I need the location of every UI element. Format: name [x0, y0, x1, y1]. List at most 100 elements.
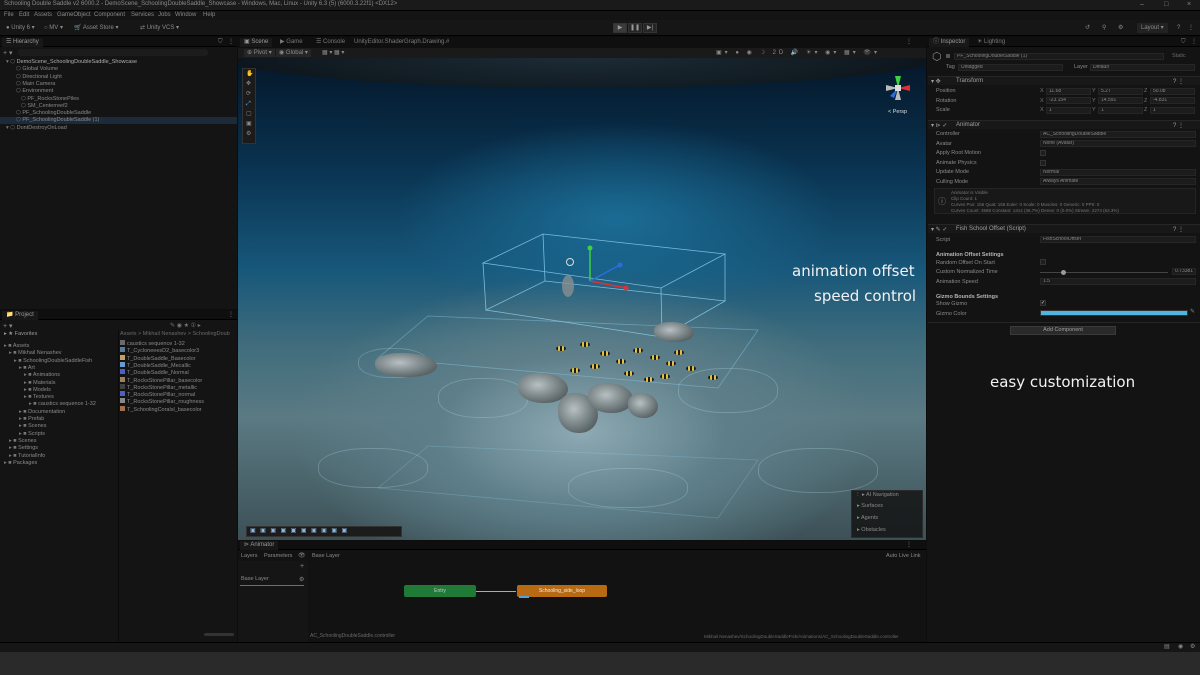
mv-button[interactable]: ○ MV ▾ [44, 23, 63, 33]
folder-item[interactable]: ▸ ■ TutorialInfo [0, 453, 45, 460]
help-icon[interactable]: ? [1177, 23, 1180, 33]
folder-item[interactable]: ▸ ■ Art [0, 365, 35, 372]
menu-gameobject[interactable]: GameObject [57, 12, 91, 18]
rect-tool-icon[interactable]: ▢ [246, 111, 252, 117]
transform-z-field[interactable]: -4.831 [1150, 97, 1195, 104]
project-add-icon[interactable]: + ▾ [3, 322, 13, 330]
tab-scene[interactable]: ▣ Scene [240, 38, 273, 47]
animator-row-checkbox[interactable] [1040, 159, 1046, 166]
hierarchy-item[interactable]: ⬡ Global Volume [0, 66, 237, 73]
asset-store-button[interactable]: 🛒 Asset Store ▾ [74, 23, 119, 33]
step-button[interactable]: ▶| [643, 23, 657, 33]
normalized-time-thumb[interactable] [1061, 270, 1067, 275]
menu-help[interactable]: Help [203, 12, 215, 18]
object-name-field[interactable]: PF_SchoolingDoubleSaddle (1) [954, 53, 1164, 60]
transform-z-field[interactable]: 1 [1150, 106, 1195, 114]
rotate-tool-icon[interactable]: ⟳ [246, 91, 251, 97]
folder-item[interactable]: ▸ ■ Scripts [0, 431, 45, 438]
entry-node[interactable]: Entry [404, 585, 476, 597]
transform-x-field[interactable]: 1 [1046, 106, 1091, 114]
scene-bottom-toolbar[interactable]: ▣▣▣▣▣▣▣▣▣▣ [246, 526, 402, 537]
hierarchy-item[interactable]: ⬡ SM_Centerreef2 [0, 103, 237, 110]
folder-item[interactable]: ▸ ■ Prefab [0, 416, 44, 423]
menu-file[interactable]: File [4, 12, 14, 18]
nav-obstacles[interactable]: ▸ Obstacles [857, 527, 886, 534]
orientation-gizmo[interactable] [878, 68, 918, 108]
account-button[interactable]: ● Unity 6 ▾ [6, 23, 35, 33]
pause-button[interactable]: ❚❚ [628, 23, 642, 33]
folder-item[interactable]: ▸ ■ Materials [0, 380, 55, 387]
status-icon-a[interactable]: ▤ [1164, 644, 1170, 650]
pivot-dropdown[interactable]: ⊕ Pivot ▾ [244, 49, 275, 57]
animator-row-checkbox[interactable] [1040, 150, 1046, 156]
animator-menu-icon[interactable]: ⋮ [906, 542, 912, 548]
persp-label[interactable]: < Persp [888, 109, 907, 115]
folder-item[interactable]: ▸ ■ Documentation [0, 409, 65, 416]
transform-y-field[interactable]: 14.591 [1098, 97, 1143, 104]
undo-history-icon[interactable]: ↺ [1085, 23, 1090, 33]
layers-tab[interactable]: Layers [241, 553, 258, 560]
search-icon[interactable]: ⚲ [1102, 23, 1106, 33]
zoom-slider[interactable] [204, 633, 234, 636]
menu-icon[interactable]: ⋮ [228, 39, 234, 45]
inspector-menu-icon[interactable]: ⋮ [1191, 39, 1197, 45]
menu-assets[interactable]: Assets [34, 12, 52, 18]
folder-item[interactable]: ▸ ■ Settings [0, 445, 38, 452]
animator-row-field[interactable]: None (Avatar) [1040, 140, 1196, 147]
menu-window[interactable]: Window [175, 12, 196, 18]
hierarchy-item[interactable]: ⬡ Environment [0, 88, 237, 95]
menu-jobs[interactable]: Jobs [158, 12, 171, 18]
transform-z-field[interactable]: 50.08 [1150, 87, 1195, 95]
add-icon[interactable]: + ▾ [3, 49, 13, 57]
animator-menu-icons[interactable]: ? ⋮ [1173, 122, 1184, 129]
more-icon[interactable]: ⋮ [1188, 23, 1194, 33]
animator-row-field[interactable]: AC_SchoolingDoubleSaddle [1040, 130, 1196, 138]
tab-hierarchy[interactable]: ☰ Hierarchy [2, 38, 43, 47]
folder-item[interactable]: ▸ ■ Scenes [0, 438, 37, 445]
parameters-tab[interactable]: Parameters [264, 553, 292, 560]
global-dropdown[interactable]: ◉ Global ▾ [276, 49, 311, 57]
minimize-icon[interactable]: – [1140, 1, 1144, 8]
maximize-icon[interactable]: □ [1164, 1, 1168, 8]
menu-edit[interactable]: Edit [19, 12, 29, 18]
view-tool-icon[interactable]: ✋ [246, 71, 253, 77]
animator-row-field[interactable]: Always Animate [1040, 178, 1196, 185]
auto-live-link[interactable]: Auto Live Link [886, 553, 921, 560]
state-node[interactable]: Schooling_side_loop [517, 585, 607, 597]
active-checkbox[interactable] [946, 54, 950, 58]
play-button[interactable]: ▶ [613, 23, 627, 33]
tab-lighting[interactable]: ☀ Lighting [973, 38, 1009, 47]
project-menu-icon[interactable]: ⋮ [228, 312, 234, 318]
gizmo-color-swatch[interactable] [1040, 310, 1188, 316]
eye-icon[interactable]: 👁 [298, 553, 306, 559]
normalized-time-value[interactable]: 0.73381 [1172, 268, 1196, 275]
hierarchy-search-input[interactable] [18, 49, 208, 56]
hierarchy-item[interactable]: ▾ ⬡ DontDestroyOnLoad [0, 125, 237, 132]
folder-item[interactable]: ▸ ■ caustics sequence 1-32 [0, 401, 96, 408]
script-menu-icons[interactable]: ? ⋮ [1173, 226, 1184, 233]
grid-snap-icons[interactable]: ▦ ▾ ▦ ▾ [322, 49, 344, 57]
menu-component[interactable]: Component [94, 12, 125, 18]
tab-animator[interactable]: ⊳ Animator [240, 541, 279, 550]
hierarchy-item[interactable]: ⬡ PF_SchoolingDoubleSaddle (1) [0, 117, 237, 125]
transform-menu-icons[interactable]: ? ⋮ [1173, 78, 1184, 85]
layer-settings-icon[interactable]: ⚙ [299, 576, 304, 583]
script-header[interactable]: ▾ ✎ ✓ Fish School Offset (Script) ? ⋮ [928, 224, 1200, 233]
folder-item[interactable]: ▸ ■ Textures [0, 394, 54, 401]
transform-x-field[interactable]: -23.154 [1046, 97, 1091, 104]
normalized-time-track[interactable] [1040, 272, 1168, 273]
transform-x-field[interactable]: 11.68 [1046, 87, 1091, 95]
transform-header[interactable]: ▾ ✥ Transform ? ⋮ [928, 76, 1200, 85]
scale-tool-icon[interactable]: ⤢ [246, 101, 251, 107]
transform-tool-icon[interactable]: ▣ [246, 121, 252, 127]
nav-agents[interactable]: ▸ Agents [857, 515, 878, 522]
nav-surfaces[interactable]: ▸ Surfaces [857, 503, 883, 510]
base-layer-item[interactable]: Base Layer [241, 576, 269, 583]
folder-item[interactable]: ▸ ■ SchoolingDoubleSaddleFish [0, 358, 92, 365]
eyedropper-icon[interactable]: ✎ [1190, 309, 1195, 315]
hierarchy-item[interactable]: ⬡ Main Camera [0, 81, 237, 88]
tab-project[interactable]: 📁 Project [2, 311, 38, 320]
hierarchy-item[interactable]: ▾ ⬡ DemoScene_SchoolingDoubleSaddle_Show… [0, 59, 237, 66]
random-offset-checkbox[interactable] [1040, 259, 1046, 265]
favorites-label[interactable]: ▸ ★ Favorites [4, 331, 37, 338]
